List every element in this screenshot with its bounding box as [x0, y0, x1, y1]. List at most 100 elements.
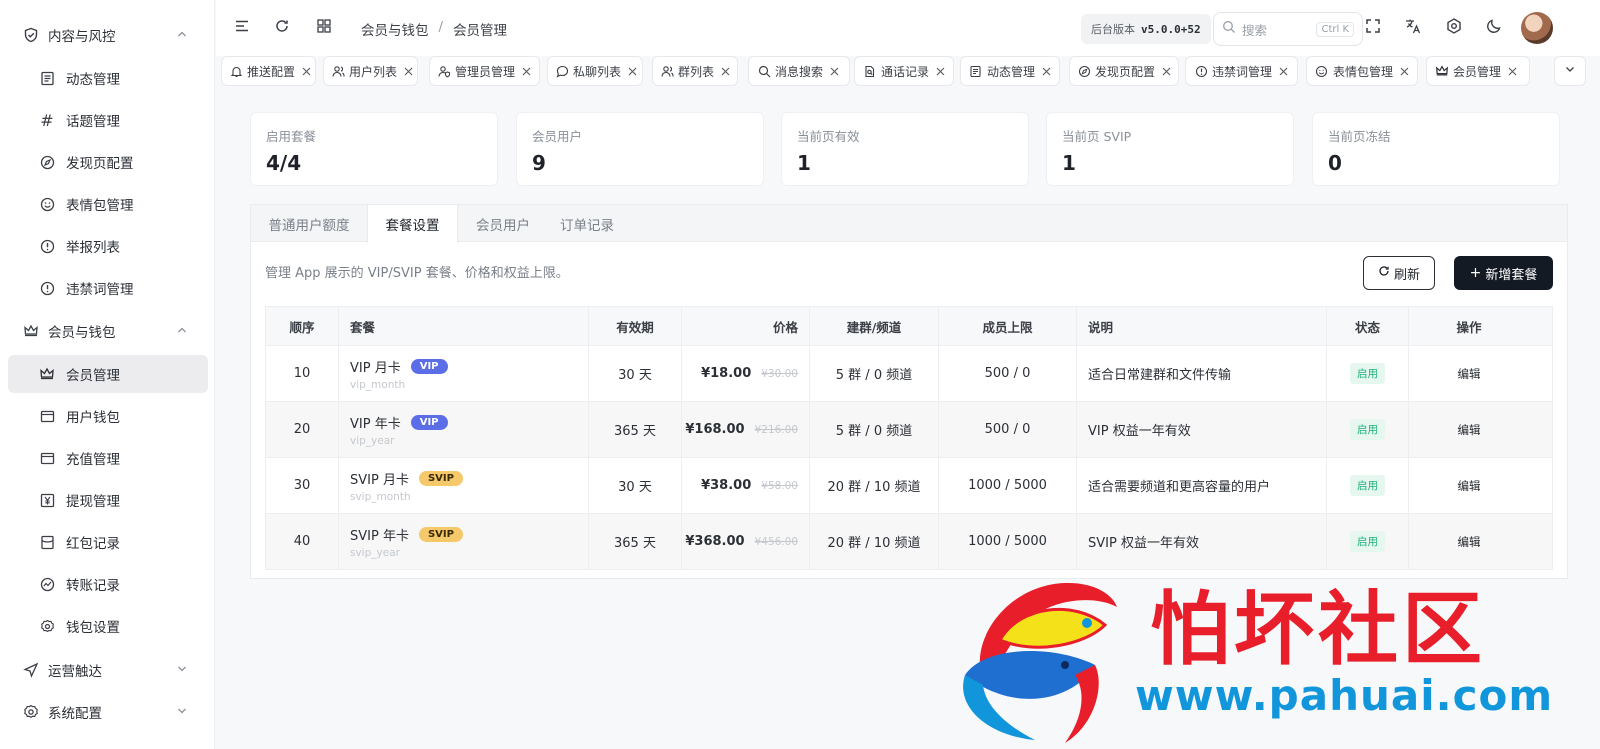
stat-value: 1 [797, 151, 811, 175]
close-icon[interactable] [404, 67, 413, 76]
tab-stickers[interactable]: 表情包管理 [1306, 56, 1418, 86]
sidebar-item-transfers[interactable]: 转账记录 [8, 565, 208, 603]
chevron-down-icon [175, 662, 189, 676]
document-icon [969, 64, 983, 78]
sidebar-item-discover[interactable]: 发现页配置 [8, 143, 208, 181]
close-icon[interactable] [1400, 67, 1409, 76]
close-icon[interactable] [1162, 67, 1171, 76]
close-icon[interactable] [936, 67, 945, 76]
sidebar-item-label: 转账记录 [66, 578, 120, 594]
sidebar-item-topics[interactable]: # 话题管理 [8, 101, 208, 139]
cell-duration: 365 天 [589, 514, 682, 569]
panel-tabs: 普通用户额度 套餐设置 会员用户 订单记录 [251, 205, 1567, 243]
edit-button[interactable]: 编辑 [1458, 422, 1481, 438]
tab-plan-settings[interactable]: 套餐设置 [367, 205, 458, 243]
edit-button[interactable]: 编辑 [1458, 478, 1481, 494]
edit-button[interactable]: 编辑 [1458, 534, 1481, 550]
sidebar-group-system[interactable]: 系统配置 [0, 695, 215, 729]
close-icon[interactable] [1042, 67, 1051, 76]
tab-admin-management[interactable]: 管理员管理 [429, 56, 540, 86]
tab-order-records[interactable]: 订单记录 [548, 205, 626, 242]
tab-moments[interactable]: 动态管理 [960, 56, 1060, 86]
cell-seq: 10 [266, 346, 339, 401]
tab-group-list[interactable]: 群列表 [652, 56, 738, 86]
tab-label: 用户列表 [349, 64, 398, 79]
user-avatar[interactable] [1521, 12, 1553, 44]
apps-grid-button[interactable] [312, 16, 336, 40]
cell-seq: 20 [266, 402, 339, 457]
close-icon[interactable] [721, 67, 730, 76]
refresh-button[interactable]: 刷新 [1363, 256, 1435, 290]
tab-message-search[interactable]: 消息搜索 [748, 56, 850, 86]
tab-label: 消息搜索 [775, 64, 824, 79]
tab-member-users[interactable]: 会员用户 [458, 205, 548, 242]
status-badge: 启用 [1350, 419, 1385, 440]
sidebar-item-red-packets[interactable]: 红包记录 [8, 523, 208, 561]
settings-button[interactable] [1442, 16, 1466, 40]
sidebar-group-operations[interactable]: 运营触达 [0, 653, 215, 687]
stat-label: 启用套餐 [266, 129, 317, 144]
tab-banned-words[interactable]: 违禁词管理 [1185, 56, 1298, 86]
tab-user-list[interactable]: 用户列表 [323, 56, 418, 86]
sidebar-item-wallet-settings[interactable]: 钱包设置 [8, 607, 208, 645]
translate-icon [1404, 17, 1422, 39]
panel-description: 管理 App 展示的 VIP/SVIP 套餐、价格和权益上限。 [265, 266, 569, 281]
fullscreen-icon [1364, 17, 1382, 39]
plans-panel: 普通用户额度 套餐设置 会员用户 订单记录 管理 App 展示的 VIP/SVI… [250, 204, 1568, 579]
plan-code: svip_year [350, 546, 400, 559]
sidebar-item-banned-words[interactable]: 违禁词管理 [8, 269, 208, 307]
search-input[interactable]: 搜索 Ctrl K [1213, 12, 1363, 46]
cell-seq: 30 [266, 458, 339, 513]
group-icon [661, 64, 674, 78]
reload-button[interactable] [270, 16, 294, 40]
chevron-up-icon [175, 27, 189, 41]
sidebar-item-recharge[interactable]: 充值管理 [8, 439, 208, 477]
sidebar-item-member-management[interactable]: 会员管理 [8, 355, 208, 393]
send-icon [22, 661, 40, 679]
original-price: ¥58.00 [761, 479, 798, 492]
fullscreen-button[interactable] [1361, 16, 1385, 40]
tab-member-management[interactable]: 会员管理 [1426, 56, 1530, 86]
tabs-more-button[interactable] [1554, 56, 1586, 86]
tab-push-config[interactable]: 推送配置 [221, 56, 316, 86]
column-header: 成员上限 [939, 307, 1077, 345]
cell-plan: VIP 月卡 VIP vip_month [339, 346, 589, 401]
sidebar-item-stickers[interactable]: 表情包管理 [8, 185, 208, 223]
shield-icon [22, 26, 40, 44]
tab-private-chats[interactable]: 私聊列表 [547, 56, 643, 86]
language-button[interactable] [1401, 16, 1425, 40]
tab-call-logs[interactable]: 通话记录 [854, 56, 954, 86]
breadcrumb-item[interactable]: 会员与钱包 [361, 19, 429, 39]
sidebar-item-reports[interactable]: 举报列表 [8, 227, 208, 265]
cell-actions: 编辑 [1409, 402, 1529, 457]
edit-button[interactable]: 编辑 [1458, 366, 1481, 382]
version-number: v5.0.0+52 [1141, 22, 1201, 36]
cell-actions: 编辑 [1409, 346, 1529, 401]
sidebar-item-moments[interactable]: 动态管理 [8, 59, 208, 97]
sidebar-group-content-risk[interactable]: 内容与风控 [0, 18, 215, 52]
sidebar-item-label: 充值管理 [66, 452, 120, 468]
vip-badge: VIP [410, 414, 448, 430]
theme-toggle-button[interactable] [1482, 16, 1506, 40]
sidebar-item-withdraw[interactable]: 提现管理 [8, 481, 208, 519]
close-icon[interactable] [1279, 67, 1288, 76]
close-icon[interactable] [522, 67, 531, 76]
tab-label: 推送配置 [247, 64, 296, 79]
sidebar-group-member-wallet[interactable]: 会员与钱包 [0, 314, 215, 348]
cell-member-limit: 1000 / 5000 [939, 458, 1077, 513]
sidebar-item-label: 红包记录 [66, 536, 120, 552]
close-icon[interactable] [628, 67, 637, 76]
menu-toggle-button[interactable] [230, 16, 254, 40]
call-log-icon [863, 64, 877, 78]
close-icon[interactable] [302, 67, 311, 76]
close-icon[interactable] [1508, 67, 1517, 76]
close-icon[interactable] [830, 67, 839, 76]
menu-icon [233, 17, 251, 39]
smile-icon [1315, 64, 1329, 78]
add-plan-label: 新增套餐 [1485, 267, 1538, 283]
add-plan-button[interactable]: + 新增套餐 [1454, 256, 1553, 290]
tab-discover-config[interactable]: 发现页配置 [1069, 56, 1179, 86]
cell-groups-channels: 20 群 / 10 频道 [810, 458, 939, 513]
tab-normal-user-quota[interactable]: 普通用户额度 [251, 205, 367, 242]
sidebar-item-user-wallet[interactable]: 用户钱包 [8, 397, 208, 435]
